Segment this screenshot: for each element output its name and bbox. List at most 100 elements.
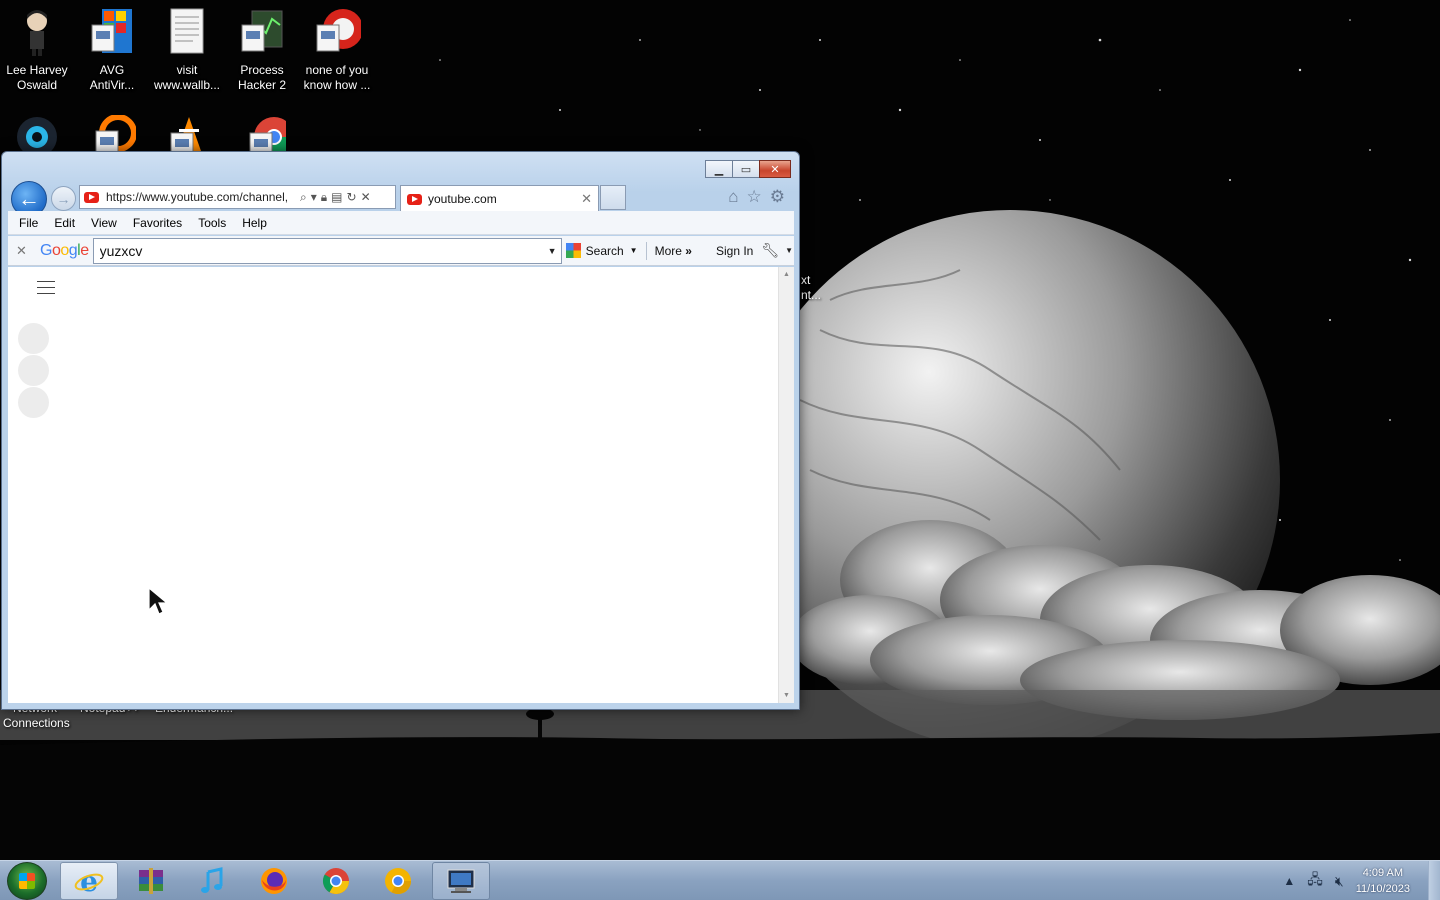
menu-favorites[interactable]: Favorites <box>133 216 182 230</box>
clock-date: 11/10/2023 <box>1355 883 1410 895</box>
scroll-down-icon[interactable]: ▼ <box>783 692 790 699</box>
system-tray: ▲ 🖧︎ 🔇︎ 4:09 AM 11/10/2023 <box>1283 861 1440 900</box>
partial-label-connections: Connections <box>3 716 70 730</box>
google-search-label: Search <box>585 243 624 258</box>
google-logo: Google <box>40 241 89 259</box>
maximize-button[interactable]: ▭ <box>732 160 760 178</box>
partial-label-right-2: nt... <box>801 288 822 302</box>
network-icon[interactable]: 🖧︎ <box>1307 869 1323 893</box>
forward-button[interactable]: → <box>51 186 76 211</box>
double-chevron-right-icon: » <box>685 243 692 258</box>
arrow-right-icon: → <box>56 190 71 207</box>
tab-title: youtube.com <box>428 192 497 206</box>
loading-placeholder <box>18 323 49 354</box>
address-bar-tools: ⌕ ▾ 🔒︎ ▤ ↻ ✕ <box>300 190 371 205</box>
shortcut-icon <box>313 7 363 57</box>
desktop-icon-lee-harvey-oswald[interactable]: Lee Harvey Oswald <box>0 7 74 93</box>
google-toolbar: ✕ Google ▼ Search ▼ More » Sign In 🔧︎ ▼ <box>8 236 794 266</box>
svg-text:e: e <box>80 866 98 896</box>
hamburger-menu-icon[interactable] <box>37 281 55 299</box>
taskbar-chrome-canary[interactable] <box>369 862 427 900</box>
youtube-favicon-icon <box>84 191 99 203</box>
chevron-down-icon: ▼ <box>629 246 638 255</box>
partial-label-right-1: xt <box>801 273 811 287</box>
internet-explorer-icon: e <box>74 866 104 896</box>
taskbar-winrar[interactable] <box>122 862 180 900</box>
internet-explorer-window[interactable]: ▁ ▭ ✕ ← → https://www.youtube.com/channe… <box>1 151 800 710</box>
menu-view[interactable]: View <box>91 216 117 230</box>
refresh-icon[interactable]: ↻ <box>347 190 357 204</box>
tab-close-icon[interactable]: ✕ <box>581 191 592 207</box>
taskbar-chrome[interactable] <box>307 862 365 900</box>
desktop-icon-process-hacker[interactable]: Process Hacker 2 <box>225 7 299 93</box>
tab-youtube[interactable]: youtube.com ✕ <box>400 185 599 212</box>
chrome-canary-icon <box>385 868 412 895</box>
desktop-icon-label: none of you know how ... <box>303 63 371 92</box>
more-button[interactable]: More » <box>655 244 692 258</box>
text-document-icon <box>163 7 211 57</box>
desktop-icon-label: Lee Harvey Oswald <box>6 63 68 92</box>
desktop-icon-label: AVG AntiVir... <box>89 63 135 92</box>
start-button[interactable] <box>7 862 47 900</box>
home-icon[interactable]: ⌂ <box>728 187 738 207</box>
sign-in-button[interactable]: Sign In <box>716 244 753 258</box>
desktop-icon-none-of-you[interactable]: none of you know how ... <box>300 7 374 93</box>
page-content <box>8 267 778 703</box>
taskbar: e ▲ 🖧︎ 🔇︎ 4:09 AM 11/10/2023 <box>0 860 1440 900</box>
taskbar-remote-desktop[interactable] <box>432 862 490 900</box>
compatibility-view-icon[interactable]: ▤ <box>331 190 342 204</box>
wrench-icon[interactable]: 🔧︎ <box>761 242 779 259</box>
search-icon[interactable]: ⌕ <box>300 190 307 205</box>
gear-icon[interactable]: ⚙ <box>770 187 785 207</box>
clock[interactable]: 4:09 AM 11/10/2023 <box>1356 865 1410 897</box>
character-icon <box>13 7 61 57</box>
desktop-icon-label: Process Hacker 2 <box>237 63 287 92</box>
vertical-scrollbar[interactable]: ▲ ▼ <box>778 267 794 703</box>
minimize-button[interactable]: ▁ <box>705 160 733 178</box>
menu-edit[interactable]: Edit <box>54 216 75 230</box>
mouse-cursor-icon <box>147 586 171 619</box>
show-hidden-icons-chevron-up-icon[interactable]: ▲ <box>1283 874 1295 888</box>
volume-muted-icon[interactable]: 🔇︎ <box>1335 873 1344 890</box>
taskbar-itunes[interactable] <box>183 862 241 900</box>
toolbar-close-icon[interactable]: ✕ <box>16 243 34 259</box>
taskbar-firefox[interactable] <box>245 862 303 900</box>
arrow-left-icon: ← <box>18 186 40 211</box>
remote-desktop-icon <box>447 869 475 893</box>
itunes-icon <box>201 867 223 893</box>
taskbar-internet-explorer[interactable]: e <box>60 862 118 900</box>
google-search-button[interactable]: Search ▼ <box>565 243 638 258</box>
more-label: More <box>654 243 682 258</box>
scroll-up-icon[interactable]: ▲ <box>783 271 790 278</box>
favorites-star-icon[interactable]: ☆ <box>747 187 762 207</box>
winrar-icon <box>139 868 163 894</box>
window-caption-buttons: ▁ ▭ ✕ <box>705 160 791 178</box>
youtube-favicon-icon <box>407 193 422 205</box>
menu-bar: File Edit View Favorites Tools Help <box>8 211 794 235</box>
google-search-icon <box>565 243 581 258</box>
desktop-icon-avg-antivirus[interactable]: AVG AntiVir... <box>75 7 149 93</box>
address-url[interactable]: https://www.youtube.com/channel, <box>106 190 296 204</box>
google-search-input[interactable] <box>92 237 562 264</box>
loading-placeholder <box>18 387 49 418</box>
menu-file[interactable]: File <box>19 216 38 230</box>
desktop-icon-visit-wallb[interactable]: visit www.wallb... <box>150 7 224 93</box>
show-desktop-button[interactable] <box>1428 861 1440 900</box>
new-tab-button[interactable] <box>600 185 626 210</box>
menu-help[interactable]: Help <box>242 216 267 230</box>
menu-tools[interactable]: Tools <box>198 216 226 230</box>
chrome-icon <box>322 868 350 895</box>
clock-time: 4:09 AM <box>1362 867 1404 879</box>
dropdown-arrow-icon[interactable]: ▾ <box>311 190 317 204</box>
loading-placeholder <box>18 355 49 386</box>
browser-right-tools: ⌂ ☆ ⚙ <box>728 187 785 207</box>
stop-icon[interactable]: ✕ <box>361 190 371 204</box>
lock-icon[interactable]: 🔒︎ <box>321 190 327 205</box>
firefox-icon <box>261 868 287 894</box>
close-button[interactable]: ✕ <box>759 160 791 178</box>
toolbar-divider <box>645 241 647 260</box>
chevron-down-icon[interactable]: ▼ <box>785 246 793 255</box>
avg-antivirus-icon <box>88 7 136 57</box>
address-bar[interactable]: https://www.youtube.com/channel, ⌕ ▾ 🔒︎ … <box>79 185 396 209</box>
process-hacker-icon <box>238 7 286 57</box>
